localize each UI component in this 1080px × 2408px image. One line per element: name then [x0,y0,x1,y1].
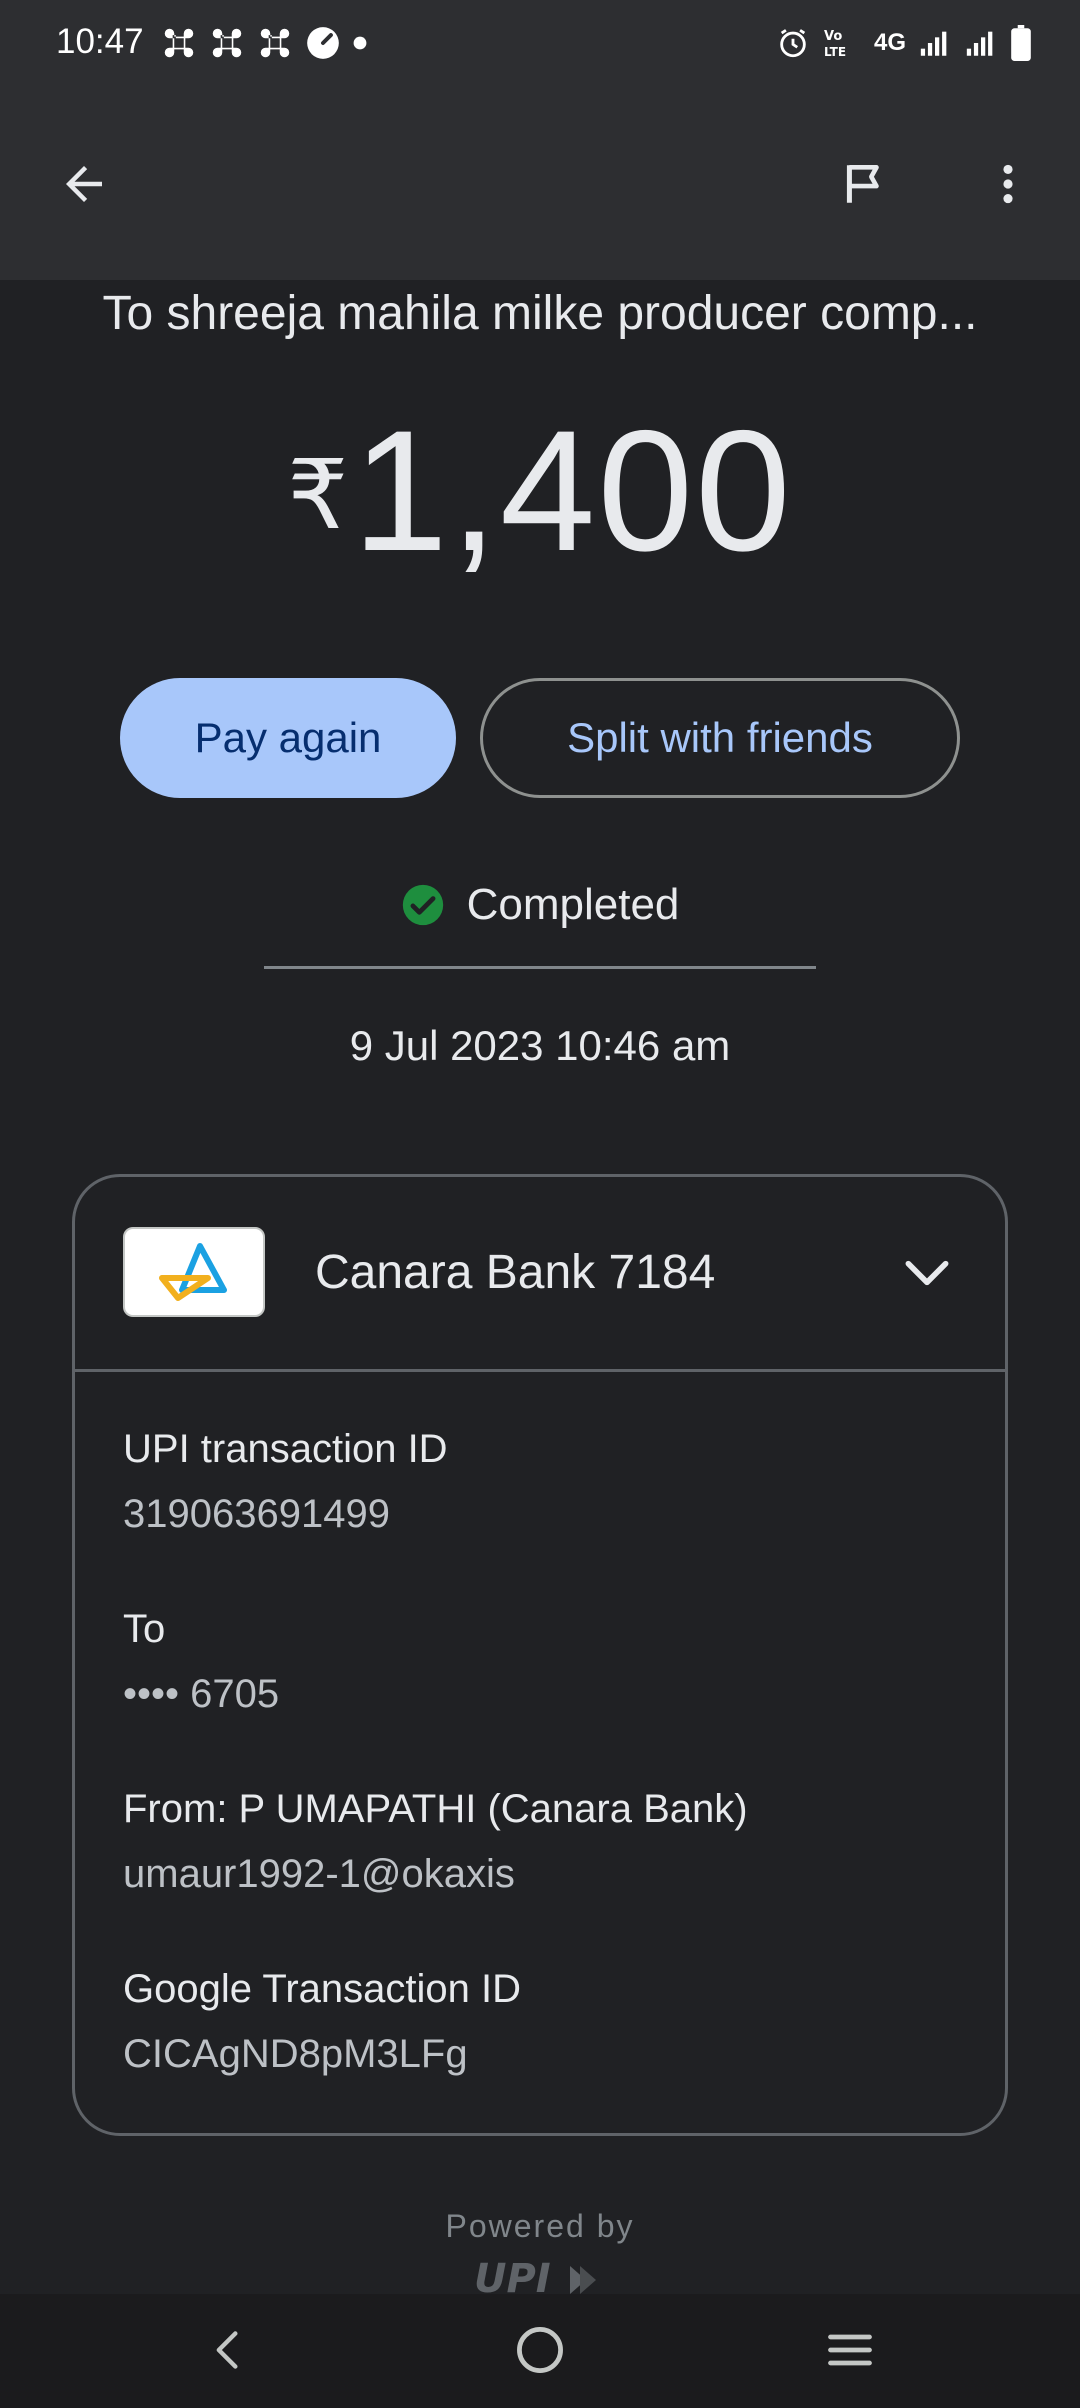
back-button[interactable] [36,136,132,232]
alarm-icon [780,29,806,58]
recipient-name: To shreeja mahila milke producer comp... [102,287,978,340]
app-notification-icon [212,28,242,58]
upi-transaction-id: UPI transaction ID 319063691499 [123,1427,448,1537]
home-circle-icon [517,2327,563,2373]
from-value: umaur1992-1@okaxis [123,1852,515,1896]
transaction-datetime: 9 Jul 2023 10:46 am [349,1022,731,1069]
dot-icon [353,36,367,50]
chevron-down-icon [905,1260,949,1286]
payment-status: Completed [0,880,1080,930]
from-label: From: P UMAPATHI (Canara Bank) [123,1787,748,1831]
google-transaction-id-value: CICAgND8pM3LFg [123,2032,468,2076]
to-label: To [123,1607,166,1651]
bank-name: Canara Bank 7184 [315,1246,716,1299]
more-options-button[interactable] [960,136,1056,232]
pay-again-button[interactable]: Pay again [120,678,456,798]
svg-text:Vo: Vo [824,29,842,44]
volte-icon: VoLTE [824,29,846,59]
nav-home-button[interactable] [480,2310,600,2390]
divider [264,966,816,969]
status-label: Completed [466,880,680,929]
signal-icon [966,31,993,56]
upi-transaction-id-value: 319063691499 [123,1492,390,1536]
powered-by-label: Powered by [445,2208,635,2244]
more-vert-icon [1003,164,1013,204]
check-circle-icon [402,884,443,926]
menu-lines-icon [828,2334,872,2366]
svg-text:LTE: LTE [824,45,846,59]
amount-value: 1,400 [352,395,793,587]
notification-icons [160,20,368,66]
google-transaction-id: Google Transaction ID CICAgND8pM3LFg [123,1967,521,2077]
network-type: 4G [873,29,906,56]
split-with-friends-button[interactable]: Split with friends [480,678,960,798]
status-time: 10:47 [56,22,144,61]
to-value: •••• 6705 [123,1672,280,1716]
upi-transaction-id-label: UPI transaction ID [123,1427,448,1471]
battery-icon [1011,25,1031,61]
to-account: To •••• 6705 [123,1607,279,1717]
from-account: From: P UMAPATHI (Canara Bank) umaur1992… [123,1787,748,1897]
arrow-left-icon [66,166,102,202]
nav-back-button[interactable] [168,2310,288,2390]
chevron-left-icon [216,2331,238,2369]
app-notification-icon [164,28,194,58]
signal-icon [920,31,947,56]
expand-button[interactable] [891,1237,963,1309]
canara-bank-logo [123,1227,265,1317]
card-divider [75,1369,1005,1372]
currency-symbol: ₹ [287,442,349,549]
bank-account-row[interactable]: Canara Bank 7184 [75,1177,1005,1369]
gauge-notification-icon [307,27,339,59]
nav-recents-button[interactable] [790,2310,910,2390]
google-transaction-id-label: Google Transaction ID [123,1967,521,2011]
flag-icon [846,165,879,203]
app-notification-icon [260,28,290,58]
system-icons: Vo LTE 4G [776,20,1032,66]
canara-bank-logo-icon [159,1243,227,1301]
payment-amount: ₹ 1,400 [0,405,1080,577]
report-flag-button[interactable] [816,136,912,232]
transaction-details-card: Canara Bank 7184 UPI transaction ID 3190… [72,1174,1008,2136]
status-bar: 10:47 Vo LTE 4G [0,0,1080,88]
app-bar [0,88,1080,280]
